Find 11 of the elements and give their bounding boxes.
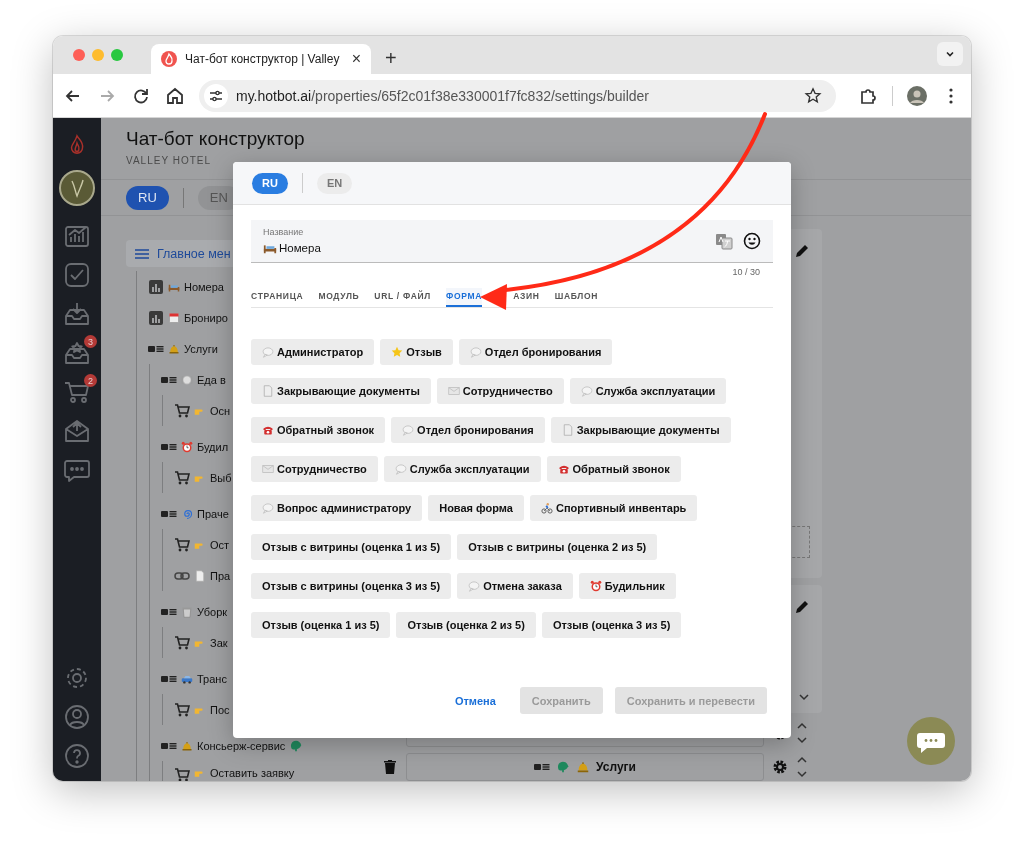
url-text: my.hotbot.ai/properties/65f2c01f38e330001f7fc832/settings/builder [236, 87, 651, 104]
tab-title: Чат-бот конструктор | Valley [185, 52, 341, 66]
page-title: Чат-бот конструктор [126, 128, 306, 150]
hotel-name: VALLEY HOTEL [126, 155, 212, 166]
count-badge: 2 [84, 374, 97, 387]
character-counter: 10 / 30 [731, 267, 761, 277]
field-label: Название [263, 227, 305, 237]
count-badge: 3 [84, 335, 97, 348]
field-value: Номера [279, 242, 321, 254]
block-label: Услуги [596, 760, 636, 774]
menu-title: Главное мен [157, 246, 231, 261]
